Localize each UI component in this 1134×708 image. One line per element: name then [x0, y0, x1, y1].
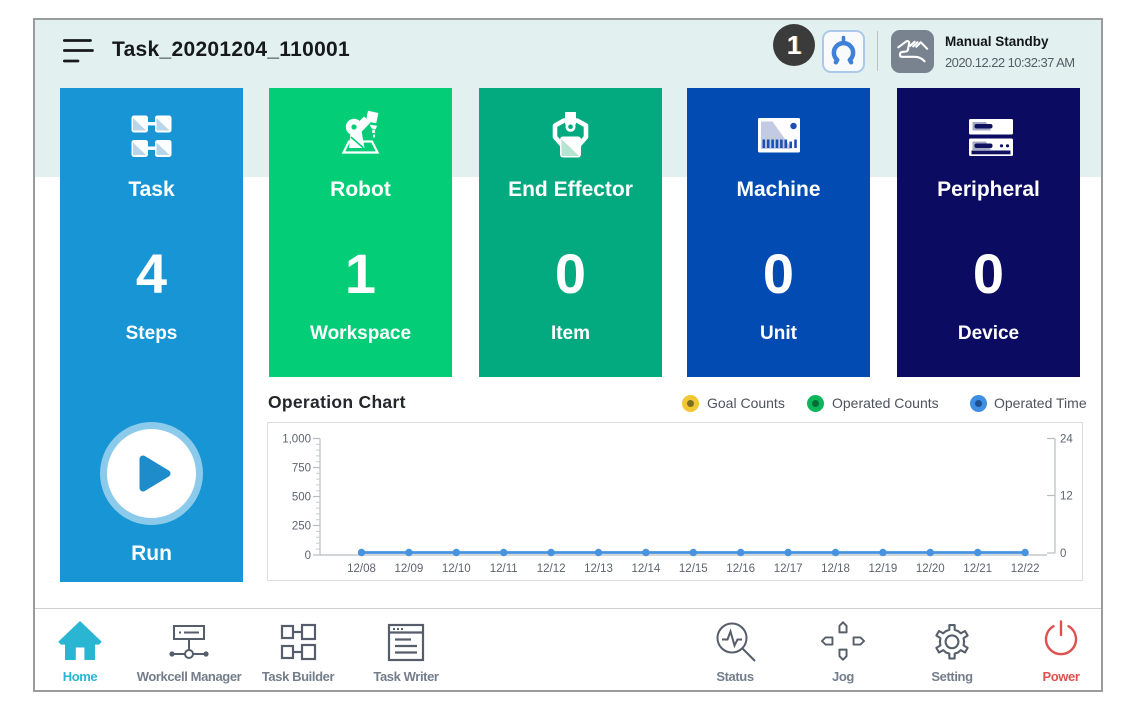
svg-text:250: 250: [292, 521, 311, 533]
svg-text:12/11: 12/11: [490, 563, 518, 575]
svg-text:12/17: 12/17: [774, 563, 803, 575]
svg-text:1,000: 1,000: [282, 434, 311, 446]
svg-text:24: 24: [1060, 434, 1073, 446]
svg-text:0: 0: [305, 550, 311, 562]
svg-text:12/21: 12/21: [963, 563, 992, 575]
svg-text:12/16: 12/16: [726, 563, 755, 575]
svg-text:12/22: 12/22: [1011, 563, 1040, 575]
svg-text:12/20: 12/20: [916, 563, 945, 575]
svg-text:12/08: 12/08: [347, 563, 376, 575]
svg-text:12/10: 12/10: [442, 563, 471, 575]
svg-text:12/14: 12/14: [632, 563, 661, 575]
svg-text:12/12: 12/12: [537, 563, 566, 575]
svg-text:12: 12: [1060, 491, 1073, 503]
svg-text:12/19: 12/19: [869, 563, 898, 575]
svg-text:0: 0: [1060, 548, 1066, 560]
svg-text:500: 500: [292, 492, 311, 504]
svg-text:12/15: 12/15: [679, 563, 708, 575]
svg-text:750: 750: [292, 463, 311, 475]
svg-text:12/18: 12/18: [821, 563, 850, 575]
svg-text:12/09: 12/09: [395, 563, 424, 575]
svg-text:12/13: 12/13: [584, 563, 613, 575]
